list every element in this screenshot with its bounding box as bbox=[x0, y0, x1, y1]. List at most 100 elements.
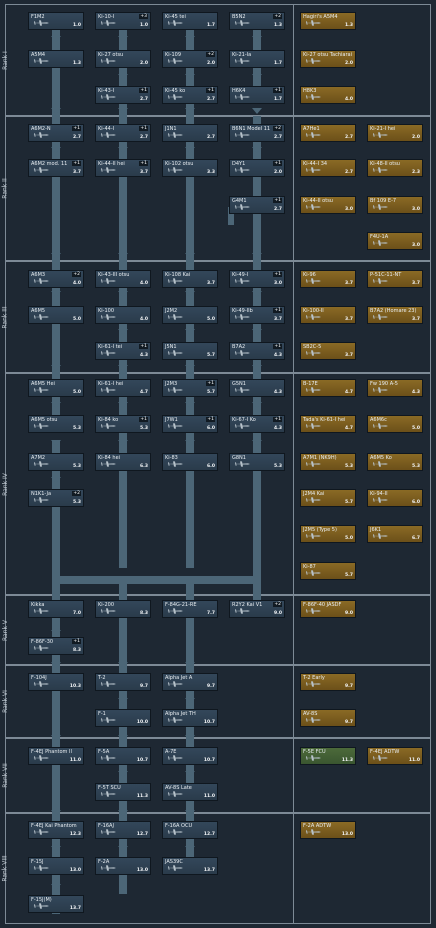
vehicle-card-premium[interactable]: Ki-44-II otsu 3.0 bbox=[300, 196, 356, 214]
vehicle-card[interactable]: Ki-83 6.0 bbox=[162, 453, 218, 471]
vehicle-card[interactable]: Ki-200 8.3 bbox=[95, 600, 151, 618]
vehicle-card[interactable]: Ki-43-III otsu 4.0 bbox=[95, 270, 151, 288]
vehicle-card-premium[interactable]: F-4EJ ADTW 11.0 bbox=[367, 747, 423, 765]
vehicle-card[interactable]: Ki-21-Ia 1.7 bbox=[229, 50, 285, 68]
vehicle-card-premium[interactable]: Bf 109 E-7 3.0 bbox=[367, 196, 423, 214]
vehicle-card-premium[interactable]: AV-8S 9.7 bbox=[300, 709, 356, 727]
vehicle-card[interactable]: F1M2 1.0 bbox=[28, 12, 84, 30]
vehicle-card-premium[interactable]: J2M4 Kai 5.7 bbox=[300, 489, 356, 507]
vehicle-card-premium[interactable]: A6M5 Ko 5.3 bbox=[367, 453, 423, 471]
vehicle-card[interactable]: Alpha Jet A 9.7 bbox=[162, 673, 218, 691]
vehicle-card[interactable]: B5N2 1.3 +2 bbox=[229, 12, 285, 30]
vehicle-card[interactable]: A6M5 Hei 5.0 bbox=[28, 379, 84, 397]
vehicle-card[interactable]: G8N1 5.3 bbox=[229, 453, 285, 471]
vehicle-card[interactable]: Ki-45 ko 2.7 +1 bbox=[162, 86, 218, 104]
vehicle-card-premium[interactable]: B-17E 4.7 bbox=[300, 379, 356, 397]
vehicle-card-premium[interactable]: F-86F-40 JASDF 9.0 bbox=[300, 600, 356, 618]
vehicle-card-premium[interactable]: Ki-27 otsu Tachiarai 2.0 bbox=[300, 50, 356, 68]
vehicle-card-premium[interactable]: F4U-1A 3.0 bbox=[367, 232, 423, 250]
vehicle-card-premium[interactable]: T-2 Early 9.7 bbox=[300, 673, 356, 691]
vehicle-card-premium[interactable]: J2M5 (Type 5) 5.0 bbox=[300, 525, 356, 543]
vehicle-card-premium[interactable]: Ki-96 3.7 bbox=[300, 270, 356, 288]
vehicle-card[interactable]: B7A2 4.3 +1 bbox=[229, 342, 285, 360]
vehicle-card[interactable]: Ki-61-I hei 4.7 bbox=[95, 379, 151, 397]
vehicle-card[interactable]: F-4EJ Phantom II 11.0 bbox=[28, 747, 84, 765]
vehicle-card[interactable]: G5N1 4.3 bbox=[229, 379, 285, 397]
vehicle-card[interactable]: Ki-44-II hei 3.7 +1 bbox=[95, 159, 151, 177]
vehicle-card-premium[interactable]: F-2A ADTW 13.0 bbox=[300, 821, 356, 839]
vehicle-card-premium[interactable]: H8K3 4.0 bbox=[300, 86, 356, 104]
vehicle-card[interactable]: J2M2 5.0 bbox=[162, 306, 218, 324]
vehicle-card[interactable]: F-16AJ 12.7 bbox=[95, 821, 151, 839]
vehicle-card[interactable]: F-15J(M) 13.7 bbox=[28, 895, 84, 913]
vehicle-card[interactable]: T-2 9.7 bbox=[95, 673, 151, 691]
vehicle-card[interactable]: F-86F-30 8.3 +1 bbox=[28, 637, 84, 655]
vehicle-card[interactable]: F-1 10.0 bbox=[95, 709, 151, 727]
vehicle-card[interactable]: Ki-84 hei 6.3 bbox=[95, 453, 151, 471]
vehicle-card-premium[interactable]: Tada's Ki-61-I hei 4.7 bbox=[300, 415, 356, 433]
vehicle-card[interactable]: A6M2-N 2.7 +1 bbox=[28, 124, 84, 142]
vehicle-card[interactable]: F-5A 10.7 bbox=[95, 747, 151, 765]
vehicle-card[interactable]: J2M3 5.7 +1 bbox=[162, 379, 218, 397]
vehicle-card[interactable]: F-5T SCU 11.3 bbox=[95, 783, 151, 801]
vehicle-card-premium[interactable]: Ki-21-I hei 2.0 bbox=[367, 124, 423, 142]
vehicle-card[interactable]: Ki-109 2.0 +2 bbox=[162, 50, 218, 68]
vehicle-card[interactable]: A6M2 mod. 11 3.7 +1 bbox=[28, 159, 84, 177]
vehicle-card[interactable]: Ki-44-I 2.7 +1 bbox=[95, 124, 151, 142]
vehicle-card-premium[interactable]: A7He1 2.7 bbox=[300, 124, 356, 142]
vehicle-card-premium[interactable]: Ki-87 5.7 bbox=[300, 562, 356, 580]
vehicle-card-premium[interactable]: SB2C-5 3.7 bbox=[300, 342, 356, 360]
vehicle-card-premium[interactable]: B7A2 (Homare 23) 3.7 bbox=[367, 306, 423, 324]
vehicle-card[interactable]: F-15J 13.0 bbox=[28, 857, 84, 875]
vehicle-card[interactable]: J5N1 5.7 bbox=[162, 342, 218, 360]
vehicle-card[interactable]: Alpha Jet TH 10.7 bbox=[162, 709, 218, 727]
vehicle-card-squadron[interactable]: F-5E FCU 11.3 bbox=[300, 747, 356, 765]
vehicle-card[interactable]: Ki-108 Kai 3.7 bbox=[162, 270, 218, 288]
vehicle-card[interactable]: A7M2 5.3 bbox=[28, 453, 84, 471]
vehicle-card[interactable]: D4Y1 2.0 +1 bbox=[229, 159, 285, 177]
battle-rating: 6.3 bbox=[140, 464, 148, 469]
vehicle-card[interactable]: Ki-49-IIb 3.7 +1 bbox=[229, 306, 285, 324]
vehicle-card-premium[interactable]: Fw 190 A-5 4.3 bbox=[367, 379, 423, 397]
vehicle-card[interactable]: Kikka 7.0 bbox=[28, 600, 84, 618]
vehicle-card[interactable]: B6N1 Model 11 2.7 +2 bbox=[229, 124, 285, 142]
vehicle-card[interactable]: Ki-43-I 2.7 +1 bbox=[95, 86, 151, 104]
vehicle-card[interactable]: A6M5 5.0 bbox=[28, 306, 84, 324]
vehicle-card-premium[interactable]: Ki-48-II otsu 2.3 bbox=[367, 159, 423, 177]
vehicle-card[interactable]: J1N1 2.7 bbox=[162, 124, 218, 142]
vehicle-card[interactable]: Ki-102 otsu 3.3 bbox=[162, 159, 218, 177]
vehicle-card[interactable]: F-84G-21-RE 7.7 bbox=[162, 600, 218, 618]
vehicle-card[interactable]: A5M4 1.3 bbox=[28, 50, 84, 68]
vehicle-card[interactable]: A6M5 otsu 5.3 bbox=[28, 415, 84, 433]
vehicle-card[interactable]: Ki-27 otsu 2.0 bbox=[95, 50, 151, 68]
vehicle-card-premium[interactable]: J6K1 6.7 bbox=[367, 525, 423, 543]
vehicle-card[interactable]: F-4EJ Kai Phantom 12.3 bbox=[28, 821, 84, 839]
battle-rating: 2.7 bbox=[345, 135, 353, 140]
vehicle-card-premium[interactable]: Ki-94-II 6.0 bbox=[367, 489, 423, 507]
vehicle-card[interactable]: F-104J 10.3 bbox=[28, 673, 84, 691]
vehicle-card-premium[interactable]: Ki-100-II 3.7 bbox=[300, 306, 356, 324]
vehicle-card[interactable]: Ki-10-I 1.0 +3 bbox=[95, 12, 151, 30]
vehicle-card-premium[interactable]: Ki-44-I 34 2.7 bbox=[300, 159, 356, 177]
vehicle-card[interactable]: JAS39C 13.7 bbox=[162, 857, 218, 875]
vehicle-card-premium[interactable]: A7M1 (NK9H) 5.3 bbox=[300, 453, 356, 471]
vehicle-card-premium[interactable]: Hagiri's A5M4 1.3 bbox=[300, 12, 356, 30]
vehicle-card[interactable]: Ki-67-I Ko 4.3 +1 bbox=[229, 415, 285, 433]
vehicle-card[interactable]: Ki-49-I 3.0 +1 bbox=[229, 270, 285, 288]
vehicle-card[interactable]: A6M3 4.0 +2 bbox=[28, 270, 84, 288]
vehicle-card-premium[interactable]: A6M6c 5.0 bbox=[367, 415, 423, 433]
vehicle-card[interactable]: H6K4 1.7 +1 bbox=[229, 86, 285, 104]
vehicle-card[interactable]: F-2A 13.0 bbox=[95, 857, 151, 875]
vehicle-card[interactable]: A-7E 10.7 bbox=[162, 747, 218, 765]
vehicle-card-premium[interactable]: P-51C-11-NT 3.7 bbox=[367, 270, 423, 288]
vehicle-card[interactable]: N1K1-Ja 5.3 +2 bbox=[28, 489, 84, 507]
vehicle-card[interactable]: Ki-100 4.0 bbox=[95, 306, 151, 324]
vehicle-card[interactable]: J7W1 6.0 +1 bbox=[162, 415, 218, 433]
vehicle-card[interactable]: F-16A OCU 12.7 bbox=[162, 821, 218, 839]
vehicle-card[interactable]: Ki-45 tei 1.7 bbox=[162, 12, 218, 30]
vehicle-card[interactable]: AV-8S Late 11.0 bbox=[162, 783, 218, 801]
vehicle-card[interactable]: G4M1 2.7 +1 bbox=[229, 196, 285, 214]
vehicle-card[interactable]: R2Y2 Kai V1 9.0 +2 bbox=[229, 600, 285, 618]
vehicle-card[interactable]: Ki-61-I tei 4.3 +1 bbox=[95, 342, 151, 360]
vehicle-card[interactable]: Ki-84 ko 5.3 +1 bbox=[95, 415, 151, 433]
